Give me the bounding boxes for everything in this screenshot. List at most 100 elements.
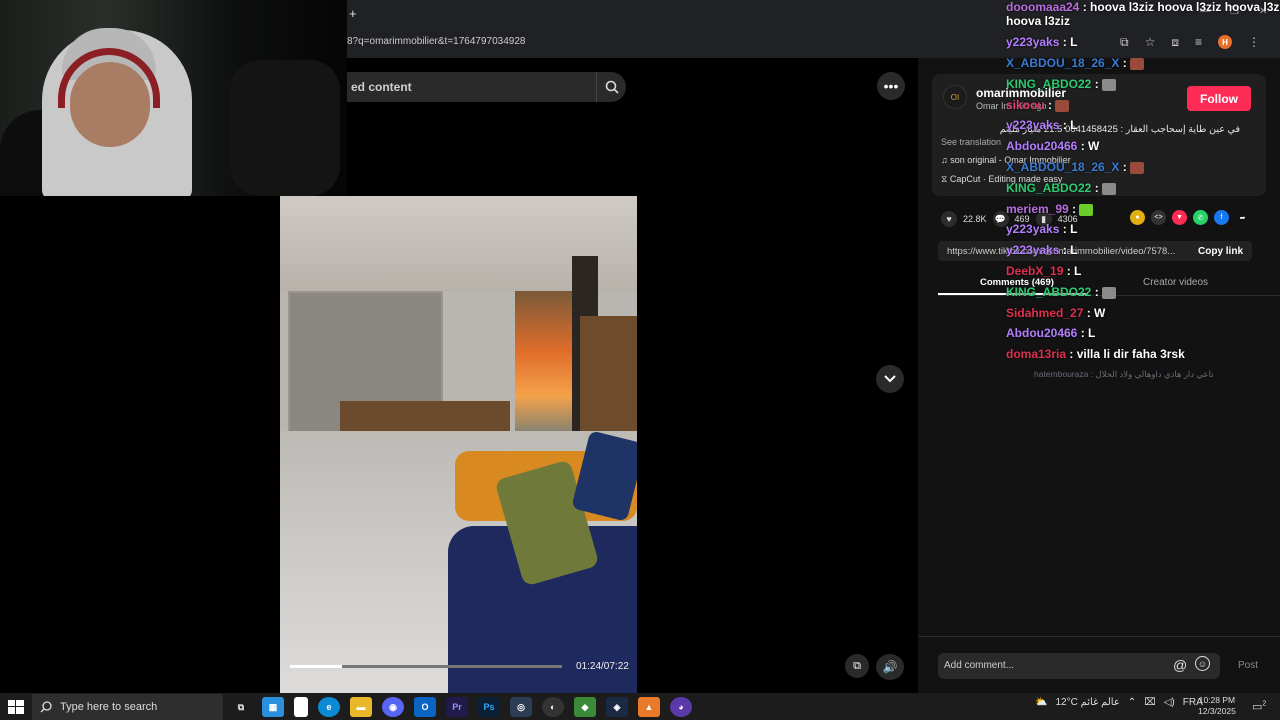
chat-separator: : — [1063, 264, 1075, 278]
chat-message: meriem_99 : — [1006, 202, 1094, 216]
chat-username[interactable]: Abdou20466 — [1006, 326, 1077, 340]
chevron-up-icon[interactable]: ⌃ — [1128, 697, 1136, 708]
tab-search-icon[interactable]: ≡ — [1195, 35, 1202, 50]
discord-icon[interactable]: ◉ — [382, 697, 404, 717]
steam-icon[interactable]: ◈ — [606, 697, 628, 717]
chat-text: L — [1070, 35, 1078, 49]
chat-separator: : — [1068, 202, 1080, 216]
video-desk — [340, 401, 510, 431]
chat-separator: : — [1091, 77, 1103, 91]
mention-icon[interactable]: @ — [1173, 657, 1187, 673]
search-icon[interactable] — [596, 72, 626, 102]
premiere-icon[interactable]: Pr — [446, 697, 468, 717]
outlook-icon[interactable]: O — [414, 697, 436, 717]
store-icon[interactable]: ▦ — [262, 697, 284, 717]
chat-message: hoova l3ziz — [1006, 14, 1070, 28]
post-description: في عين طاية إسحاجب العقار : 0641458425 2… — [999, 124, 1240, 135]
share-icon[interactable]: ➦ — [1235, 210, 1250, 225]
chat-username[interactable]: y223yaks — [1006, 222, 1059, 236]
next-video-button[interactable] — [876, 365, 904, 393]
edge-icon[interactable]: e — [318, 697, 340, 717]
video-player[interactable] — [280, 196, 637, 693]
chat-username[interactable]: sikoou — [1006, 98, 1045, 112]
copy-link-button[interactable]: Copy link — [1198, 246, 1243, 257]
chat-username[interactable]: KING_ABDO22 — [1006, 285, 1091, 299]
chat-username[interactable]: X_ABDOU_18_26_X — [1006, 160, 1119, 174]
volume-icon[interactable]: 🔊 — [876, 654, 904, 680]
browser-menu-icon[interactable]: ⋮ — [1248, 35, 1260, 50]
post-comment-button[interactable]: Post — [1238, 660, 1258, 671]
chat-text: L — [1070, 118, 1078, 132]
obs-icon[interactable]: ◐ — [542, 697, 564, 717]
search-bar[interactable]: ed content — [347, 72, 626, 102]
like-count: 22.8K — [963, 214, 987, 224]
chat-username[interactable]: doma13ria — [1006, 347, 1066, 361]
new-tab-button[interactable]: + — [349, 6, 357, 21]
extensions-icon[interactable]: ⧈ — [1171, 35, 1179, 50]
task-view-icon[interactable]: ⧉ — [230, 697, 252, 717]
pip-icon[interactable]: ⧉ — [845, 654, 869, 678]
file-explorer-icon[interactable]: ▬ — [350, 697, 372, 717]
clock[interactable]: 10:28 PM 12/3/2025 — [1198, 695, 1236, 717]
app-icon[interactable]: ▲ — [638, 697, 660, 717]
chat-username[interactable]: Sidahmed_27 — [1006, 306, 1083, 320]
emoji-icon[interactable]: ☺ — [1195, 656, 1210, 671]
chat-username[interactable]: meriem_99 — [1006, 202, 1069, 216]
tab-creator-videos[interactable]: Creator videos — [1143, 277, 1208, 288]
weather-text[interactable]: 12°C عالم غائم — [1055, 697, 1119, 708]
taskbar-apps: ⧉ ▦ e ▬ ◉ O Pr Ps ◎ ◐ ◆ ◈ ▲ ◕ — [230, 697, 692, 717]
like-icon[interactable]: ♥ — [941, 211, 957, 227]
chat-username[interactable]: dooomaaa24 — [1006, 0, 1079, 14]
chat-separator: : — [1059, 35, 1071, 49]
webcam-overlay — [0, 0, 347, 196]
see-translation-link[interactable]: See translation — [941, 137, 1001, 147]
follow-button[interactable]: Follow — [1187, 86, 1251, 111]
chat-username[interactable]: Abdou20466 — [1006, 139, 1077, 153]
chat-text: villa li dir faha 3rsk — [1076, 347, 1185, 361]
more-options-button[interactable]: ••• — [877, 72, 905, 100]
windows-start-icon[interactable] — [8, 700, 24, 714]
facebook-icon[interactable]: f — [1214, 210, 1229, 225]
chat-message: y223yaks : L — [1006, 222, 1077, 236]
chat-separator: : — [1066, 347, 1077, 361]
network-icon[interactable]: ⌧ — [1144, 697, 1156, 708]
taskbar-search[interactable]: Type here to search — [32, 694, 223, 720]
chat-message: Sidahmed_27 : W — [1006, 306, 1105, 320]
app-icon[interactable]: ◕ — [670, 697, 692, 717]
chat-emote — [1130, 57, 1145, 70]
chat-username[interactable]: y223yaks — [1006, 118, 1059, 132]
coin-icon[interactable]: ● — [1130, 210, 1145, 225]
chat-message: sikoou : — [1006, 98, 1070, 112]
profile-avatar[interactable]: H — [1218, 35, 1232, 49]
search-input[interactable]: ed content — [351, 80, 596, 94]
chat-message: dooomaaa24 : hoova l3ziz hoova l3ziz hoo… — [1006, 0, 1280, 14]
chat-separator: : — [1083, 306, 1095, 320]
chat-text: W — [1094, 306, 1106, 320]
chat-text: L — [1070, 243, 1078, 257]
volume-icon[interactable]: ◁) — [1164, 697, 1175, 708]
chat-message: KING_ABDO22 : — [1006, 181, 1117, 195]
author-avatar[interactable]: OI — [943, 85, 967, 109]
chat-username[interactable]: y223yaks — [1006, 35, 1059, 49]
send-icon[interactable]: ▼ — [1172, 210, 1187, 225]
file-icon[interactable] — [294, 697, 308, 717]
bookmark-star-icon[interactable]: ☆ — [1145, 35, 1156, 50]
clock-date: 12/3/2025 — [1198, 706, 1236, 716]
app-icon[interactable]: ◆ — [574, 697, 596, 717]
notification-icon[interactable]: ▭2 — [1252, 700, 1266, 713]
address-bar[interactable]: 8?q=omarimmobilier&t=1764797034928 — [347, 36, 525, 47]
chat-separator: : — [1059, 243, 1071, 257]
photoshop-icon[interactable]: Ps — [478, 697, 500, 717]
whatsapp-icon[interactable]: ✆ — [1193, 210, 1208, 225]
chat-username[interactable]: DeebX_19 — [1006, 264, 1063, 278]
weather-icon[interactable]: ⛅ — [1035, 697, 1047, 708]
screen: + 8?q=omarimmobilier&t=1764797034928 ⧉ ☆… — [0, 0, 1280, 720]
chat-username[interactable]: KING_ABDO22 — [1006, 181, 1091, 195]
chat-text: L — [1074, 264, 1082, 278]
chat-username[interactable]: X_ABDOU_18_26_X — [1006, 56, 1119, 70]
cast-icon[interactable]: ⧉ — [1120, 35, 1129, 50]
embed-icon[interactable]: <> — [1151, 210, 1166, 225]
chat-username[interactable]: y223yaks — [1006, 243, 1059, 257]
chat-username[interactable]: KING_ABDO22 — [1006, 77, 1091, 91]
chrome-icon[interactable]: ◎ — [510, 697, 532, 717]
